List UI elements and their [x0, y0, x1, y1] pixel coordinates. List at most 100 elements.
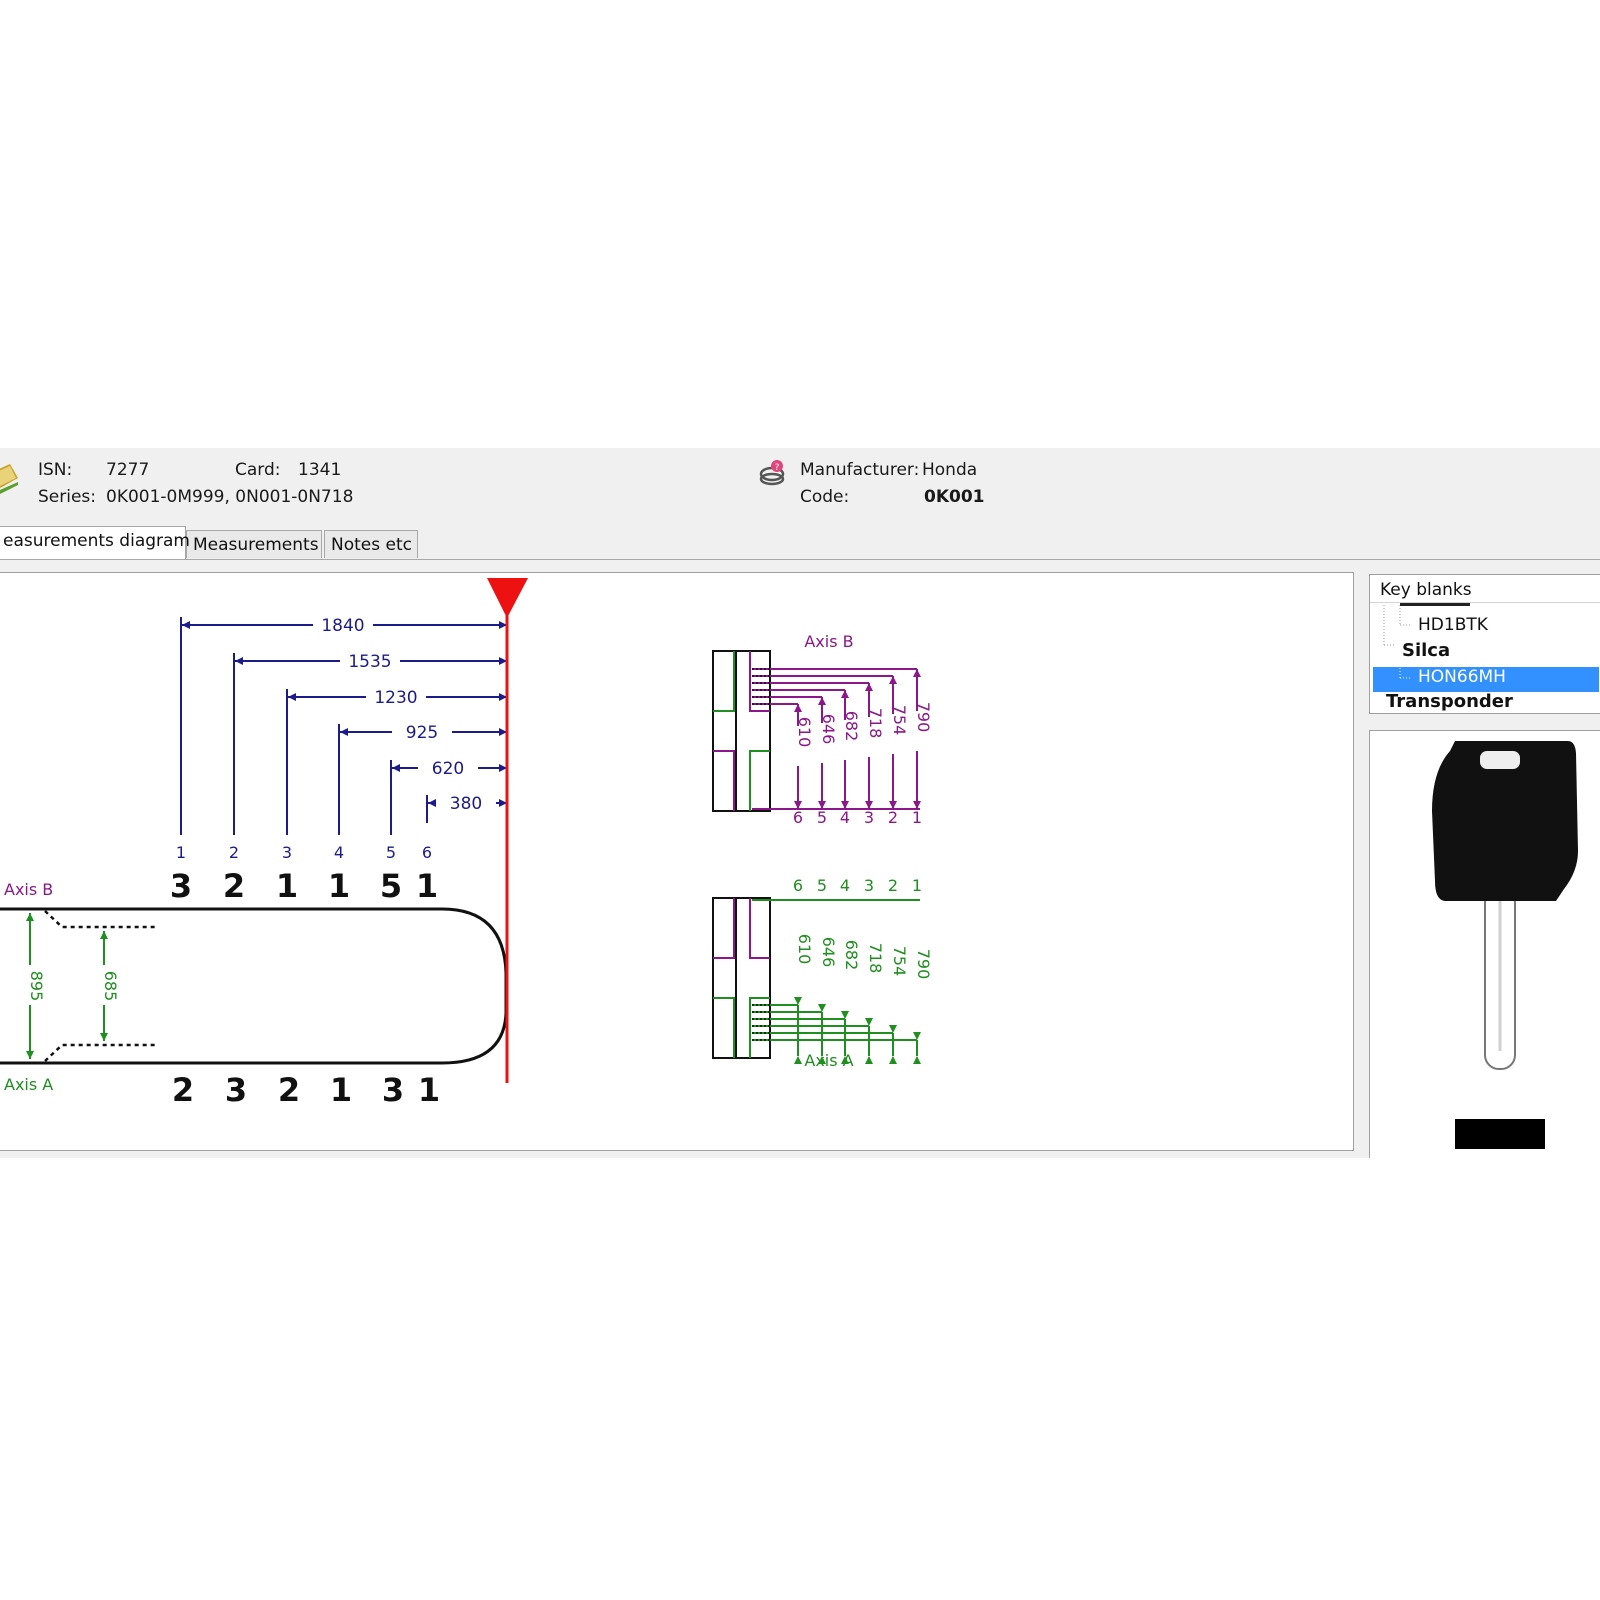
axis-b-depth-label: Axis B — [804, 632, 853, 651]
depth-arrow — [818, 697, 826, 705]
depth-dimension-label: 754 — [890, 946, 909, 977]
axis-a-cut-depth: 2 — [278, 1071, 300, 1109]
cut-position-number: 2 — [229, 843, 239, 862]
tab-measurements[interactable]: Measurements — [186, 530, 322, 558]
depth-arrow — [913, 669, 921, 677]
profile-groove — [713, 750, 735, 811]
axis-b-cut-depth: 3 — [170, 867, 192, 905]
spacing-arrow-left — [428, 799, 436, 807]
spacing-dimension-label: 1840 — [321, 616, 364, 636]
axis-b-cut-depth: 1 — [416, 867, 438, 905]
blade-width-arrow — [100, 1033, 108, 1041]
card-value: 1341 — [298, 460, 342, 480]
cut-position-number: 1 — [176, 843, 186, 862]
axis-b-cut-depth: 1 — [328, 867, 350, 905]
depth-arrow — [889, 1056, 897, 1064]
depth-arrow — [794, 704, 802, 712]
blade-width-inner-label: 685 — [101, 971, 120, 1002]
profile-groove — [713, 997, 735, 1058]
axis-b-cut-depth: 1 — [276, 867, 298, 905]
depth-dimension-label: 790 — [914, 949, 933, 980]
isn-label: ISN: — [38, 460, 73, 480]
profile-groove — [749, 651, 770, 712]
depth-number-axis-a: 3 — [864, 876, 874, 895]
profile-groove — [749, 750, 770, 811]
axis-a-cut-depth: 3 — [225, 1071, 247, 1109]
manufacturer-label: Manufacturer: — [800, 460, 920, 480]
axis-b-label: Axis B — [4, 880, 53, 899]
tab-notes[interactable]: Notes etc — [324, 530, 418, 558]
svg-text:?: ? — [775, 463, 780, 473]
tab-measurements-diagram[interactable]: easurements diagram — [0, 526, 190, 559]
cut-position-number: 4 — [334, 843, 344, 862]
profile-groove — [713, 898, 735, 959]
measurements-diagram-panel: 1840 1535 1230 925 620 380 1 2 3 4 5 6 3 2 1 1 5 1 2 3 2 1 3 1 A… — [0, 572, 1354, 1151]
depth-arrow — [889, 676, 897, 684]
axis-a-cut-depth: 1 — [418, 1071, 440, 1109]
spacing-dimension-label: 380 — [450, 794, 482, 814]
tab-divider — [0, 559, 1600, 560]
depth-arrow — [818, 1004, 826, 1012]
depth-dimension-label: 718 — [866, 943, 885, 974]
depth-dimension-label: 790 — [914, 702, 933, 733]
depth-dimension-label: 718 — [866, 708, 885, 739]
blade-width-arrow — [26, 913, 34, 921]
key-image-panel — [1369, 730, 1600, 1158]
axis-a-cut-depth: 1 — [330, 1071, 352, 1109]
shoulder-stop-marker — [487, 578, 528, 618]
tree-item-silca[interactable]: Silca — [1402, 640, 1450, 661]
groove-line-bottom — [44, 1043, 158, 1062]
manufacturer-value: Honda — [922, 460, 978, 480]
key-blanks-header: Key blanks — [1370, 575, 1600, 603]
tab-bar: easurements diagram Measurements Notes e… — [0, 526, 1600, 560]
tree-item-transponder[interactable]: Transponder — [1386, 691, 1513, 712]
code-label: Code: — [800, 487, 850, 507]
profile-groove — [749, 898, 770, 959]
cut-position-number: 5 — [386, 843, 396, 862]
tree-item-hd1btk[interactable]: HD1BTK — [1418, 615, 1488, 635]
groove-line-top — [44, 910, 158, 929]
key-cutting-app: ISN: 7277 Card: 1341 Series: 0K001-0M999… — [0, 448, 1600, 1158]
spacing-dimension-label: 620 — [432, 759, 464, 779]
depth-dimension-label: 610 — [795, 717, 814, 748]
depth-arrow — [865, 1056, 873, 1064]
depth-number-axis-a: 2 — [888, 876, 898, 895]
spacing-dimension-label: 925 — [406, 723, 438, 743]
depth-dimension-label: 754 — [890, 705, 909, 736]
spacing-arrow-left — [392, 764, 400, 772]
spacing-dimension-label: 1535 — [348, 652, 391, 672]
series-label: Series: — [38, 487, 97, 507]
series-value: 0K001-0M999, 0N001-0N718 — [106, 487, 354, 507]
depth-number-axis-a: 4 — [840, 876, 850, 895]
blade-width-outer-label: 895 — [27, 971, 46, 1002]
blade-width-arrow — [100, 931, 108, 939]
depth-dimension-label: 682 — [842, 711, 861, 742]
axis-a-label: Axis A — [4, 1075, 53, 1094]
spacing-arrow-left — [182, 621, 190, 629]
axis-b-cut-depth: 5 — [380, 867, 402, 905]
key-blank-image — [1432, 741, 1578, 1149]
spacing-arrow-left — [340, 728, 348, 736]
spacing-dimension-label: 1230 — [374, 688, 417, 708]
depth-arrow — [841, 690, 849, 698]
depth-arrow — [841, 1011, 849, 1019]
card-label: Card: — [235, 460, 281, 480]
profile-groove — [713, 651, 735, 712]
profile-groove — [749, 997, 770, 1058]
manufacturer-icon: ? — [758, 458, 786, 490]
depth-number-axis-b: 6 — [793, 808, 803, 827]
key-blanks-panel: Key blanks HD1BTK Silca HON66MH Transpon… — [1369, 574, 1600, 714]
depth-arrow — [794, 1056, 802, 1064]
depth-number-axis-b: 3 — [864, 808, 874, 827]
code-value: 0K001 — [924, 487, 985, 507]
spacing-arrow-left — [288, 693, 296, 701]
depth-number-axis-b: 2 — [888, 808, 898, 827]
depth-number-axis-b: 4 — [840, 808, 850, 827]
depth-number-axis-b: 5 — [817, 808, 827, 827]
tree-item-hon66mh[interactable]: HON66MH — [1418, 667, 1506, 687]
axis-a-cut-depth: 3 — [382, 1071, 404, 1109]
book-icon — [0, 458, 20, 502]
depth-dimension-label: 646 — [819, 714, 838, 745]
depth-arrow — [889, 1025, 897, 1033]
depth-dimension-label: 646 — [819, 937, 838, 968]
